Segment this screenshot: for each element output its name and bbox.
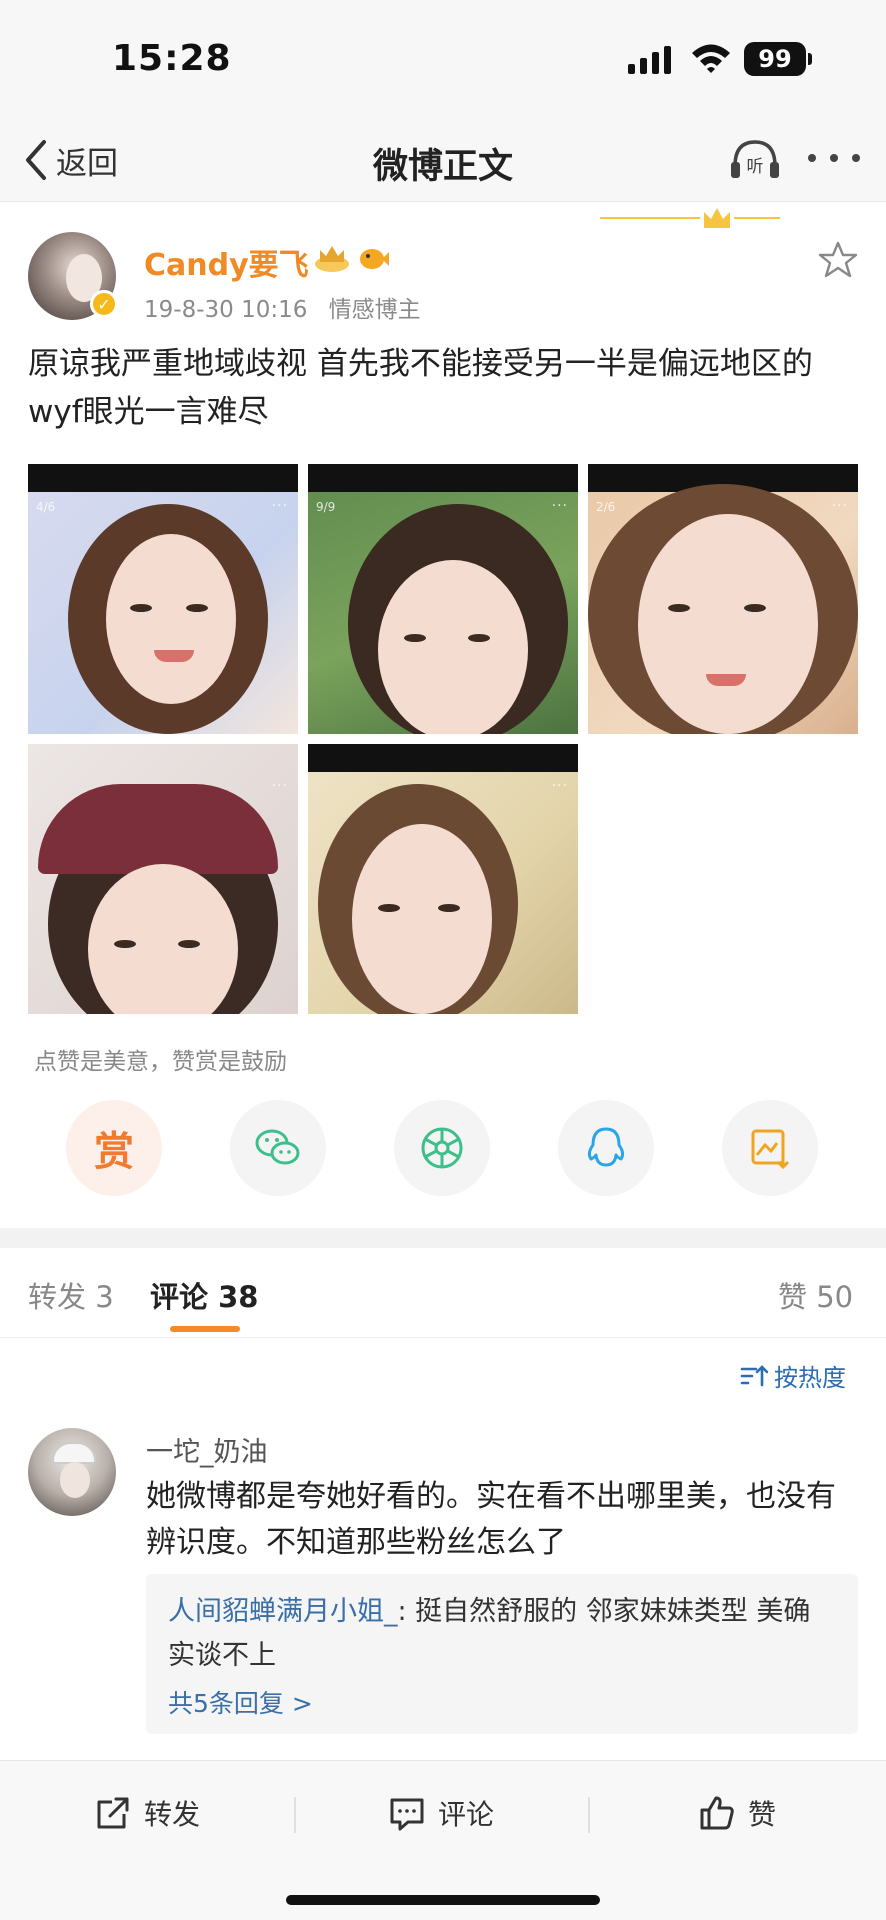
- commenter-avatar[interactable]: [28, 1428, 116, 1516]
- comment-label: 评论: [438, 1798, 495, 1831]
- battery-level: 99: [758, 45, 792, 73]
- crown-decoration-icon: [600, 208, 780, 228]
- like-label: 赞: [748, 1798, 777, 1831]
- more-options-icon[interactable]: [808, 138, 860, 178]
- thumbs-up-icon: [700, 1796, 734, 1830]
- fish-badge-icon: [360, 249, 389, 269]
- repost-icon: [97, 1797, 129, 1829]
- battery-indicator: 99: [744, 42, 812, 76]
- post-image-1[interactable]: 4/6 ···: [28, 464, 298, 734]
- reply-preview: 人间貂蝉满月小姐_: 挺自然舒服的 邻家妹妹类型 美确实谈不上: [168, 1590, 836, 1678]
- sort-label: 按热度: [774, 1364, 846, 1392]
- status-time: 15:28: [112, 38, 232, 79]
- wechat-icon: [255, 1129, 300, 1165]
- post-image-4[interactable]: ···: [28, 744, 298, 1014]
- nav-bar: 返回 微博正文 听: [0, 118, 886, 202]
- poster-tag: 情感博主: [328, 297, 421, 323]
- image-more-icon: ···: [271, 498, 288, 514]
- image-more-icon: ···: [831, 498, 848, 514]
- action-divider: [588, 1797, 590, 1833]
- sort-toggle[interactable]: 按热度: [740, 1358, 846, 1393]
- moments-aperture-icon: [421, 1127, 463, 1169]
- image-counter: 9/9: [316, 500, 336, 514]
- qq-penguin-icon: [587, 1127, 625, 1167]
- status-bar: 15:28 99: [0, 0, 886, 118]
- user-badges: [312, 242, 390, 276]
- share-row: 赏: [0, 1100, 886, 1200]
- reward-button[interactable]: 赏: [66, 1100, 162, 1196]
- signal-icon: [628, 46, 671, 74]
- comment-icon: [390, 1798, 424, 1831]
- home-indicator: [286, 1895, 600, 1905]
- encourage-text: 点赞是美意，赞赏是鼓励: [34, 1049, 287, 1075]
- wifi-icon: [692, 44, 730, 73]
- share-moments-button[interactable]: [394, 1100, 490, 1196]
- save-image-button[interactable]: [722, 1100, 818, 1196]
- tab-repost[interactable]: 转发 3: [28, 1274, 114, 1316]
- image-counter: 2/6: [596, 500, 616, 514]
- reply-box[interactable]: 人间貂蝉满月小姐_: 挺自然舒服的 邻家妹妹类型 美确实谈不上 共5条回复 >: [146, 1574, 858, 1734]
- svg-text:听: 听: [747, 157, 764, 177]
- sort-icon: [740, 1364, 768, 1386]
- reply-author[interactable]: 人间貂蝉满月小姐_: [168, 1596, 398, 1627]
- share-qq-button[interactable]: [558, 1100, 654, 1196]
- image-counter: 4/6: [36, 500, 56, 514]
- post-text: 原谅我严重地域歧视 首先我不能接受另一半是偏远地区的 wyf眼光一言难尽: [28, 346, 813, 430]
- post-image-3[interactable]: 2/6 ···: [588, 464, 858, 734]
- poster-username[interactable]: Candy要飞: [144, 240, 309, 284]
- favorite-star-icon[interactable]: [818, 240, 858, 280]
- image-more-icon: ···: [551, 778, 568, 794]
- listen-headphones-icon[interactable]: 听: [728, 134, 782, 184]
- more-replies-link[interactable]: 共5条回复 >: [168, 1684, 836, 1720]
- section-divider: [0, 1228, 886, 1248]
- commenter-name[interactable]: 一坨_奶油: [146, 1430, 268, 1469]
- image-more-icon: ···: [271, 778, 288, 794]
- action-divider: [294, 1797, 296, 1833]
- share-wechat-button[interactable]: [230, 1100, 326, 1196]
- save-image-icon: [751, 1129, 790, 1170]
- verified-badge-icon: ✓: [90, 290, 118, 318]
- post-image-5[interactable]: ···: [308, 744, 578, 1014]
- tab-comments[interactable]: 评论 38: [150, 1274, 258, 1316]
- interaction-tabs: 转发 3 评论 38 赞 50: [0, 1248, 886, 1338]
- post-image-2[interactable]: 9/9 ···: [308, 464, 578, 734]
- crown-badge-icon: [315, 246, 349, 272]
- like-button[interactable]: 赞: [698, 1789, 776, 1837]
- tab-likes[interactable]: 赞 50: [778, 1274, 853, 1316]
- repost-button[interactable]: 转发: [94, 1789, 200, 1837]
- comment-text: 她微博都是夸她好看的。实在看不出哪里美，也没有辨识度。不知道那些粉丝怎么了: [146, 1479, 836, 1560]
- repost-label: 转发: [144, 1798, 201, 1831]
- image-more-icon: ···: [551, 498, 568, 514]
- bottom-action-bar: 转发 评论 赞: [0, 1760, 886, 1920]
- post-meta: 19-8-30 10:16 情感博主: [144, 290, 435, 324]
- post-date: 19-8-30 10:16: [144, 297, 308, 323]
- comment-button[interactable]: 评论: [388, 1789, 494, 1837]
- active-tab-indicator: [170, 1326, 240, 1332]
- reward-label: 赏: [94, 1129, 134, 1175]
